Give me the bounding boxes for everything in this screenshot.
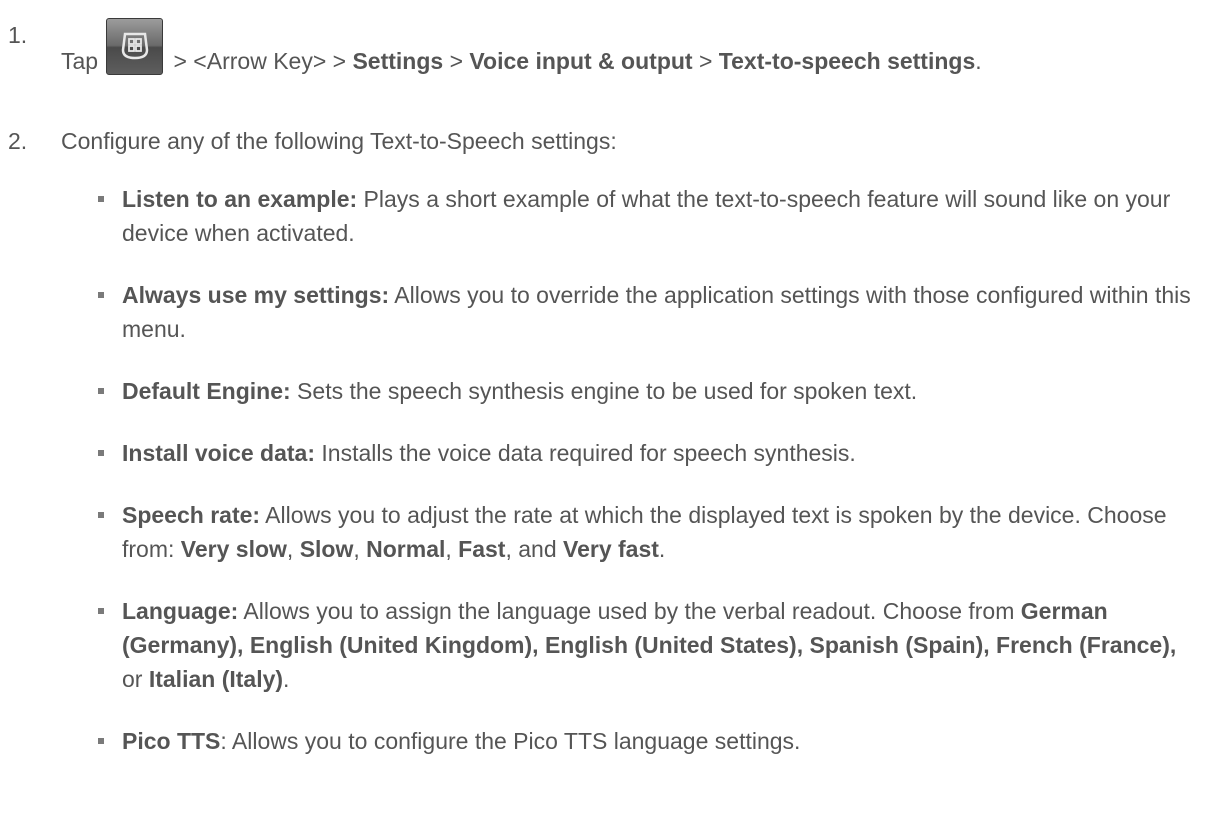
- path-separator: > <Arrow Key> >: [167, 48, 353, 74]
- path-settings: Settings: [352, 48, 444, 74]
- bullet-icon: [98, 738, 104, 744]
- rate-option: Very slow: [180, 536, 287, 562]
- item-description: Sets the speech synthesis engine to be u…: [290, 378, 918, 404]
- conjunction: or: [122, 666, 149, 692]
- rate-option: Fast: [458, 536, 506, 562]
- home-key-icon: [106, 18, 164, 75]
- step-text: Configure any of the following Text-to-S…: [61, 128, 617, 154]
- list-item-text: Pico TTS: Allows you to configure the Pi…: [122, 724, 1202, 758]
- bullet-icon: [98, 388, 104, 394]
- document-page: 1. Tap > <Arrow Key> > Settings > Voice …: [0, 0, 1212, 825]
- list-item-text: Listen to an example: Plays a short exam…: [122, 182, 1202, 250]
- list-item-text: Default Engine: Sets the speech synthesi…: [122, 374, 1202, 408]
- bullet-icon: [98, 196, 104, 202]
- bullet-icon: [98, 292, 104, 298]
- rate-option: Slow: [299, 536, 354, 562]
- punctuation: .: [283, 666, 290, 692]
- list-item-text: Always use my settings: Allows you to ov…: [122, 278, 1202, 346]
- rate-option: Normal: [366, 536, 446, 562]
- path-separator: >: [443, 48, 470, 74]
- path-tts-settings: Text-to-speech settings: [718, 48, 976, 74]
- item-description: Allows you to assign the language used b…: [238, 598, 1021, 624]
- item-term: Install voice data:: [122, 440, 316, 466]
- bullet-icon: [98, 608, 104, 614]
- path-voice-input-output: Voice input & output: [469, 48, 693, 74]
- item-term: Always use my settings:: [122, 282, 390, 308]
- language-option: Italian (Italy): [148, 666, 284, 692]
- item-description: Installs the voice data required for spe…: [315, 440, 856, 466]
- item-term: Default Engine:: [122, 378, 291, 404]
- item-term: Listen to an example:: [122, 186, 358, 212]
- punctuation: ,: [353, 536, 367, 562]
- item-term: Speech rate:: [122, 502, 261, 528]
- list-item-text: Language: Allows you to assign the langu…: [122, 594, 1202, 696]
- step-number: 1.: [8, 22, 28, 48]
- list-item-text: Install voice data: Installs the voice d…: [122, 436, 1202, 470]
- punctuation: .: [975, 48, 982, 74]
- list-item-text: Speech rate: Allows you to adjust the ra…: [122, 498, 1202, 566]
- item-term: Language:: [122, 598, 239, 624]
- punctuation: ,: [286, 536, 300, 562]
- tap-label: Tap: [61, 48, 99, 74]
- bullet-icon: [98, 450, 104, 456]
- rate-option: Very fast: [563, 536, 659, 562]
- step-number: 2.: [8, 128, 28, 154]
- punctuation: ,: [445, 536, 459, 562]
- bullet-icon: [98, 512, 104, 518]
- punctuation: .: [658, 536, 666, 562]
- punctuation: , and: [505, 536, 564, 562]
- step-text: Tap > <Arrow Key> > Settings > Voice inp…: [61, 18, 1181, 78]
- path-separator: >: [692, 48, 719, 74]
- item-term: Pico TTS: [122, 728, 221, 754]
- item-description: : Allows you to configure the Pico TTS l…: [220, 728, 801, 754]
